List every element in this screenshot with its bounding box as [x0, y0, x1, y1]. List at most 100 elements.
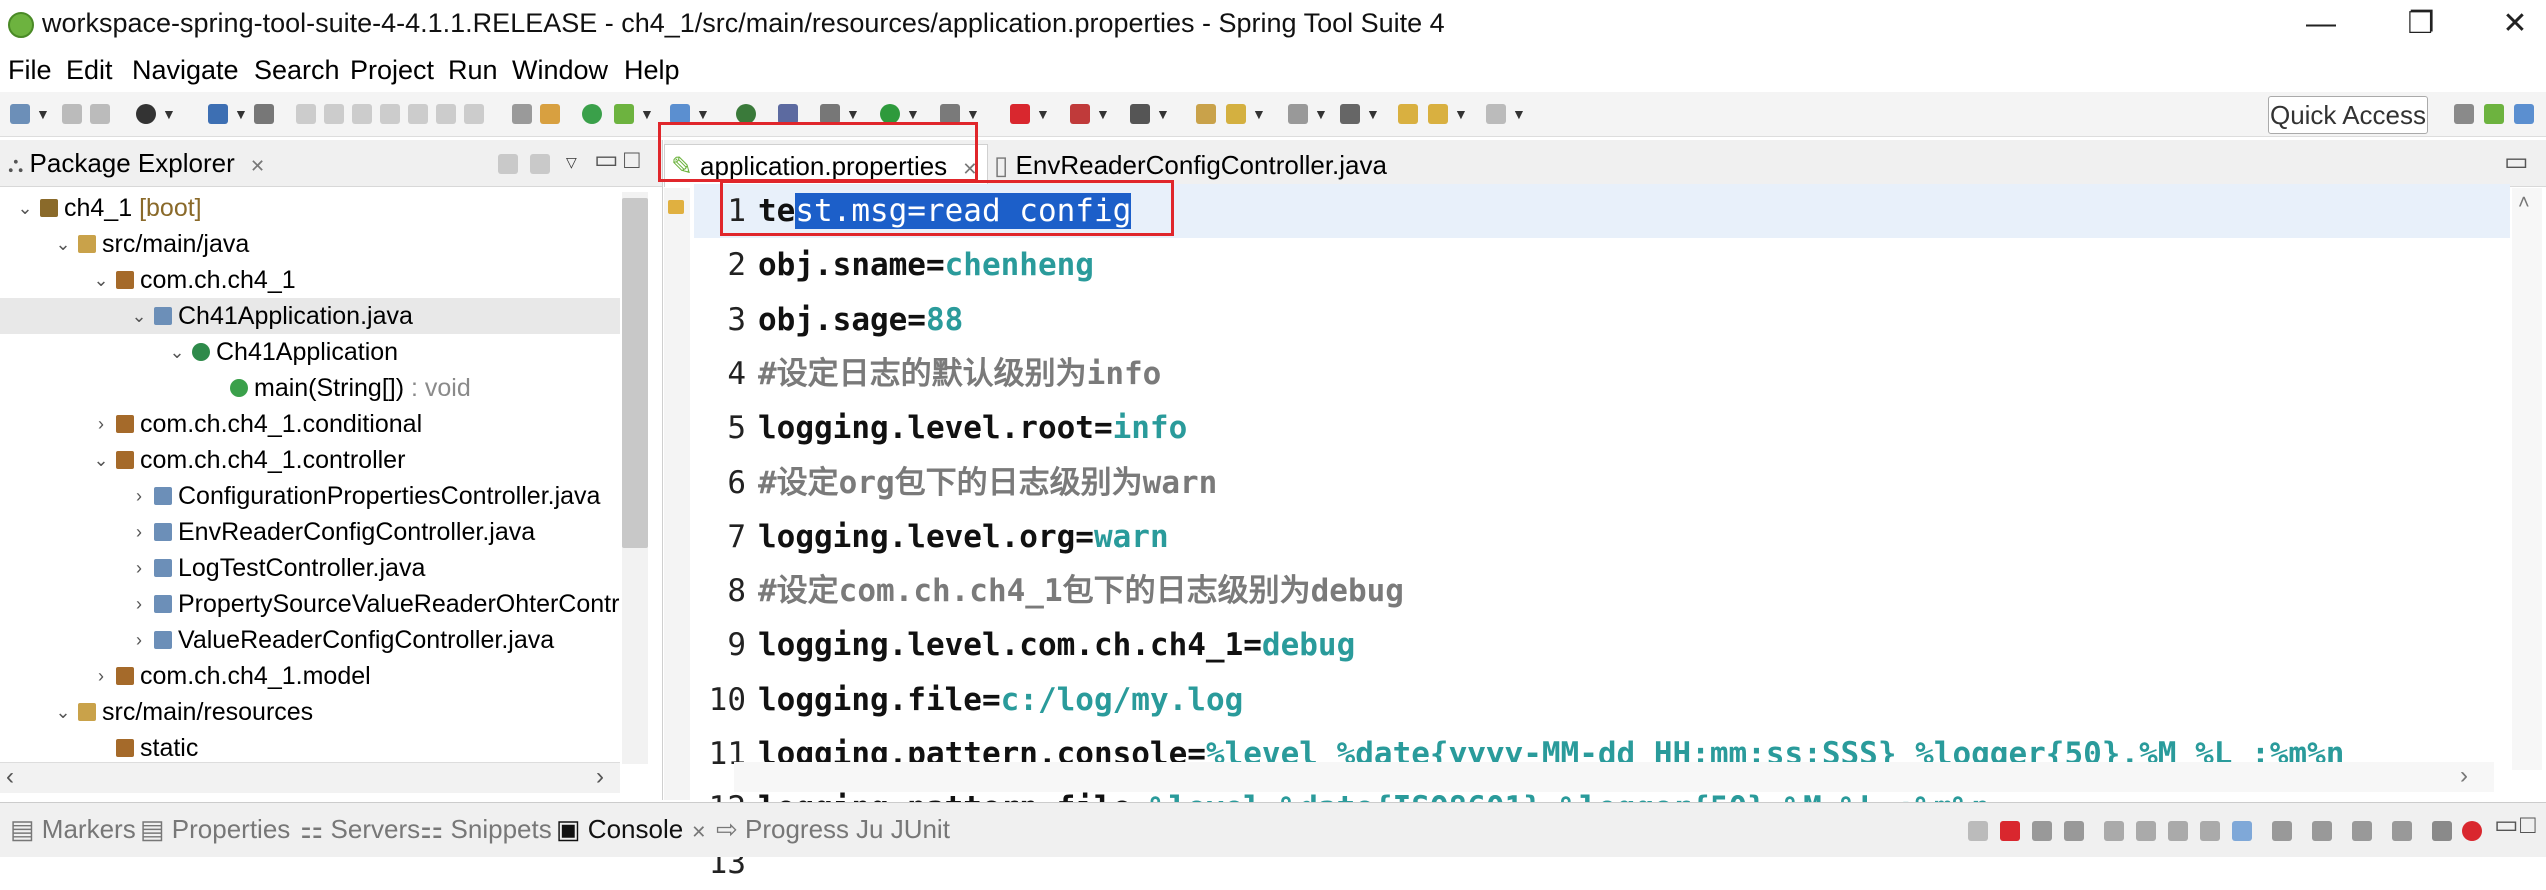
maximize-view-icon[interactable]: □ — [624, 144, 640, 175]
menu-help[interactable]: Help — [624, 50, 680, 90]
close-button[interactable]: ✕ — [2490, 6, 2540, 42]
spring-console-icon[interactable] — [2432, 821, 2452, 841]
tree-item[interactable]: › EnvReaderConfigController.java — [0, 514, 620, 550]
java-perspective-icon[interactable] — [2514, 104, 2534, 124]
chevron-right-icon[interactable]: › — [92, 406, 110, 442]
tree-item[interactable]: main(String[]) : void — [0, 370, 620, 406]
scroll-up-icon[interactable]: ˄ — [2518, 192, 2530, 215]
maximize-view-icon[interactable]: □ — [2520, 809, 2536, 840]
forward-icon[interactable] — [1486, 104, 1506, 124]
tree-item[interactable]: static — [0, 730, 620, 766]
display-console-icon[interactable] — [2272, 821, 2292, 841]
code-line[interactable]: 2 obj.sname=chenheng — [694, 238, 1094, 292]
tree-item[interactable]: ⌄ com.ch.ch4_1.controller — [0, 442, 620, 478]
close-icon[interactable]: ✕ — [691, 822, 706, 842]
minimize-view-icon[interactable]: ▭ — [2494, 809, 2519, 840]
tree-item[interactable]: › com.ch.ch4_1.conditional — [0, 406, 620, 442]
open-console-icon[interactable] — [2312, 821, 2332, 841]
chevron-down-icon[interactable]: ⌄ — [16, 190, 34, 226]
scroll-right-icon[interactable]: › — [2460, 762, 2468, 790]
spring-perspective-icon[interactable] — [2484, 104, 2504, 124]
link-with-editor-icon[interactable] — [530, 154, 550, 174]
stop-icon[interactable] — [1010, 104, 1030, 124]
debug-bug-icon[interactable] — [820, 104, 840, 124]
word-wrap-icon[interactable] — [2168, 821, 2188, 841]
scroll-left-icon[interactable]: ‹ — [6, 763, 14, 791]
show-on-error-icon[interactable] — [2232, 821, 2252, 841]
menu-project[interactable]: Project — [350, 50, 434, 90]
tree-item[interactable]: ⌄ Ch41Application.java — [0, 298, 620, 334]
chevron-right-icon[interactable]: › — [92, 658, 110, 694]
code-line[interactable]: 3 obj.sage=88 — [694, 293, 963, 347]
scroll-right-icon[interactable]: › — [596, 763, 604, 791]
chevron-down-icon[interactable]: ▼ — [906, 106, 920, 122]
minimize-button[interactable]: — — [2296, 6, 2346, 42]
new-console-icon[interactable] — [2352, 821, 2372, 841]
close-icon[interactable]: ✕ — [250, 156, 265, 176]
code-line[interactable]: 6 #设定org包下的日志级别为warn — [694, 456, 1217, 510]
tab-servers[interactable]: ⚏ Servers — [300, 811, 420, 847]
chevron-down-icon[interactable]: ▼ — [696, 106, 710, 122]
annotation-icon[interactable] — [1288, 104, 1308, 124]
pin-console-icon[interactable] — [1968, 821, 1988, 841]
chevron-down-icon[interactable]: ▼ — [846, 106, 860, 122]
minimize-view-icon[interactable]: ▭ — [594, 144, 619, 175]
save-icon[interactable] — [62, 104, 82, 124]
terminate-icon[interactable] — [352, 104, 372, 124]
clear-console-icon[interactable] — [2104, 821, 2124, 841]
show-on-output-icon[interactable] — [2200, 821, 2220, 841]
chevron-down-icon[interactable]: ⌄ — [168, 334, 186, 370]
maximize-button[interactable]: ❐ — [2396, 6, 2446, 42]
code-line[interactable]: 10 logging.file=c:/log/my.log — [694, 673, 1244, 727]
open-task-icon[interactable] — [512, 104, 532, 124]
tab-properties[interactable]: ▤ Properties — [140, 811, 290, 847]
forward-history-icon[interactable] — [1428, 104, 1448, 124]
tree-item[interactable]: ⌄ Ch41Application — [0, 334, 620, 370]
step-into-icon[interactable] — [408, 104, 428, 124]
scrollbar-thumb[interactable] — [622, 198, 648, 548]
view-menu-icon[interactable] — [2392, 821, 2412, 841]
globe-icon[interactable] — [736, 104, 756, 124]
quick-access-field[interactable]: Quick Access — [2268, 96, 2428, 134]
terminate-icon[interactable] — [2000, 821, 2020, 841]
chevron-down-icon[interactable]: ▼ — [1036, 106, 1050, 122]
chevron-down-icon[interactable]: ⌄ — [54, 694, 72, 730]
boot-dashboard-icon[interactable] — [540, 104, 560, 124]
back-icon[interactable] — [1398, 104, 1418, 124]
chevron-down-icon[interactable]: ⌄ — [92, 442, 110, 478]
tree-item[interactable]: ⌄ src/main/resources — [0, 694, 620, 730]
chevron-right-icon[interactable]: › — [130, 622, 148, 658]
remove-launch-icon[interactable] — [2032, 821, 2052, 841]
view-menu-icon[interactable]: ▽ — [566, 154, 577, 171]
console-icon[interactable] — [208, 104, 228, 124]
chevron-down-icon[interactable]: ▼ — [1454, 106, 1468, 122]
chevron-right-icon[interactable]: › — [130, 586, 148, 622]
pin-icon[interactable] — [1340, 104, 1360, 124]
editor-horizontal-scrollbar[interactable]: › — [734, 762, 2494, 792]
chevron-right-icon[interactable]: › — [130, 478, 148, 514]
open-perspective-icon[interactable] — [2454, 104, 2474, 124]
tree-item[interactable]: › LogTestController.java — [0, 550, 620, 586]
chevron-down-icon[interactable]: ▼ — [1314, 106, 1328, 122]
chevron-down-icon[interactable]: ▼ — [966, 106, 980, 122]
open-type-icon[interactable] — [1130, 104, 1150, 124]
tree-item[interactable]: › ConfigurationPropertiesController.java — [0, 478, 620, 514]
chevron-down-icon[interactable]: ▼ — [1156, 106, 1170, 122]
tab-console[interactable]: ▣ Console ✕ — [556, 811, 706, 850]
code-line[interactable]: 7 logging.level.org=warn — [694, 510, 1168, 564]
tree-item[interactable]: › PropertySourceValueReaderOhterContr — [0, 586, 620, 622]
tree-item[interactable]: ⌄ ch4_1 [boot] — [0, 190, 620, 226]
tree-item[interactable]: ⌄ com.ch.ch4_1 — [0, 262, 620, 298]
chevron-down-icon[interactable]: ▼ — [1096, 106, 1110, 122]
code-line[interactable]: 9 logging.level.com.ch.ch4_1=debug — [694, 618, 1355, 672]
chevron-down-icon[interactable]: ⌄ — [54, 226, 72, 262]
debug-icon[interactable] — [136, 104, 156, 124]
collapse-all-icon[interactable] — [498, 154, 518, 174]
chevron-down-icon[interactable]: ▼ — [162, 106, 176, 122]
minimize-editor-icon[interactable]: ▭ — [2504, 146, 2529, 177]
scroll-lock-icon[interactable] — [2136, 821, 2156, 841]
spring-icon[interactable] — [614, 104, 634, 124]
stop-console-icon[interactable] — [2462, 821, 2482, 841]
menu-run[interactable]: Run — [448, 50, 498, 90]
tree-item[interactable]: ⌄ src/main/java — [0, 226, 620, 262]
